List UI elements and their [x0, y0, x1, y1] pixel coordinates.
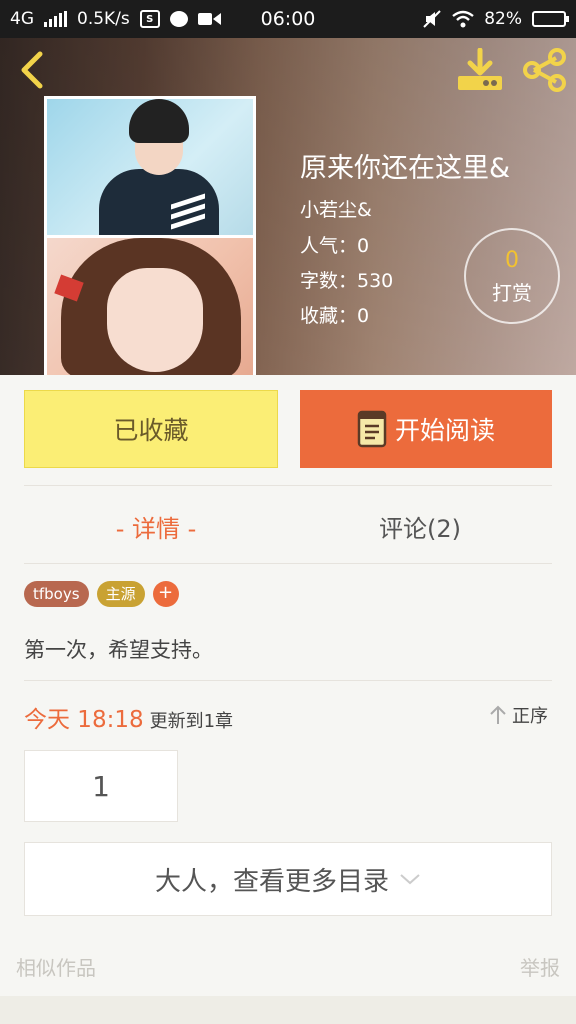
word-count-stat: 字数：530	[300, 270, 394, 292]
tag-tfboys[interactable]: tfboys	[24, 581, 89, 607]
update-info: 今天 18:18 更新到1章	[24, 700, 233, 734]
collected-button[interactable]: 已收藏	[24, 390, 278, 468]
tab-comments[interactable]: 评论(2)	[288, 500, 552, 552]
start-reading-label: 开始阅读	[394, 416, 495, 445]
sort-order-label: 正序	[512, 706, 548, 727]
back-chevron-left-icon[interactable]	[14, 50, 50, 90]
wifi-icon	[452, 10, 474, 28]
book-title: 原来你还在这里&	[300, 153, 511, 184]
divider	[24, 563, 552, 564]
update-text: 更新到1章	[149, 711, 234, 732]
battery-percent: 82%	[484, 9, 522, 29]
network-label: 4G	[10, 9, 34, 29]
reward-label: 打赏	[492, 281, 532, 305]
share-icon[interactable]	[520, 46, 568, 94]
sort-order-button[interactable]: 正序	[488, 702, 548, 728]
cover-photo-top	[47, 99, 253, 235]
tab-details[interactable]: - 详情 -	[24, 500, 288, 552]
chevron-down-icon	[400, 874, 420, 885]
add-tag-button[interactable]: +	[152, 581, 179, 607]
start-reading-button[interactable]: 开始阅读	[300, 390, 552, 468]
cover-photo-bottom	[47, 238, 253, 375]
reward-count: 0	[505, 248, 519, 273]
more-catalog-label: 大人，查看更多目录	[154, 866, 389, 897]
more-catalog-button[interactable]: 大人，查看更多目录	[24, 842, 552, 916]
popularity-stat: 人气：0	[300, 235, 370, 257]
similar-works-label: 相似作品	[16, 956, 96, 980]
tab-comments-label: 评论(2)	[379, 514, 461, 543]
reward-button[interactable]: 0 打赏	[464, 228, 560, 324]
collected-label: 已收藏	[113, 416, 189, 445]
download-icon[interactable]	[456, 48, 504, 92]
bottom-strip	[0, 996, 576, 1024]
message-icon	[169, 11, 188, 27]
tag-main-source[interactable]: 主源	[96, 581, 145, 607]
favorites-stat: 收藏：0	[300, 305, 370, 327]
status-bar: 4G 0.5K/s S 06:00 82%	[0, 0, 576, 38]
book-header: 原来你还在这里& 小若尘& 人气：0 字数：530 收藏：0 0 打赏	[0, 38, 576, 375]
divider	[24, 485, 552, 486]
net-speed: 0.5K/s	[77, 9, 130, 29]
mute-icon	[423, 10, 441, 28]
chapter-item[interactable]: 1	[24, 750, 178, 822]
update-time: 今天 18:18	[24, 707, 144, 733]
chapter-number: 1	[92, 769, 110, 803]
book-icon	[357, 410, 387, 448]
sim-icon: S	[139, 10, 160, 28]
report-link[interactable]: 举报	[520, 952, 560, 981]
tag-list: tfboys 主源 +	[24, 581, 179, 607]
tab-details-label: - 详情 -	[115, 514, 197, 543]
author-name[interactable]: 小若尘&	[300, 195, 372, 222]
book-intro: 第一次，希望支持。	[24, 638, 213, 662]
arrow-up-icon	[490, 705, 506, 724]
battery-icon	[532, 11, 569, 27]
divider	[24, 680, 552, 681]
video-icon	[197, 13, 221, 25]
book-cover[interactable]	[44, 96, 256, 375]
signal-icon	[44, 11, 67, 27]
